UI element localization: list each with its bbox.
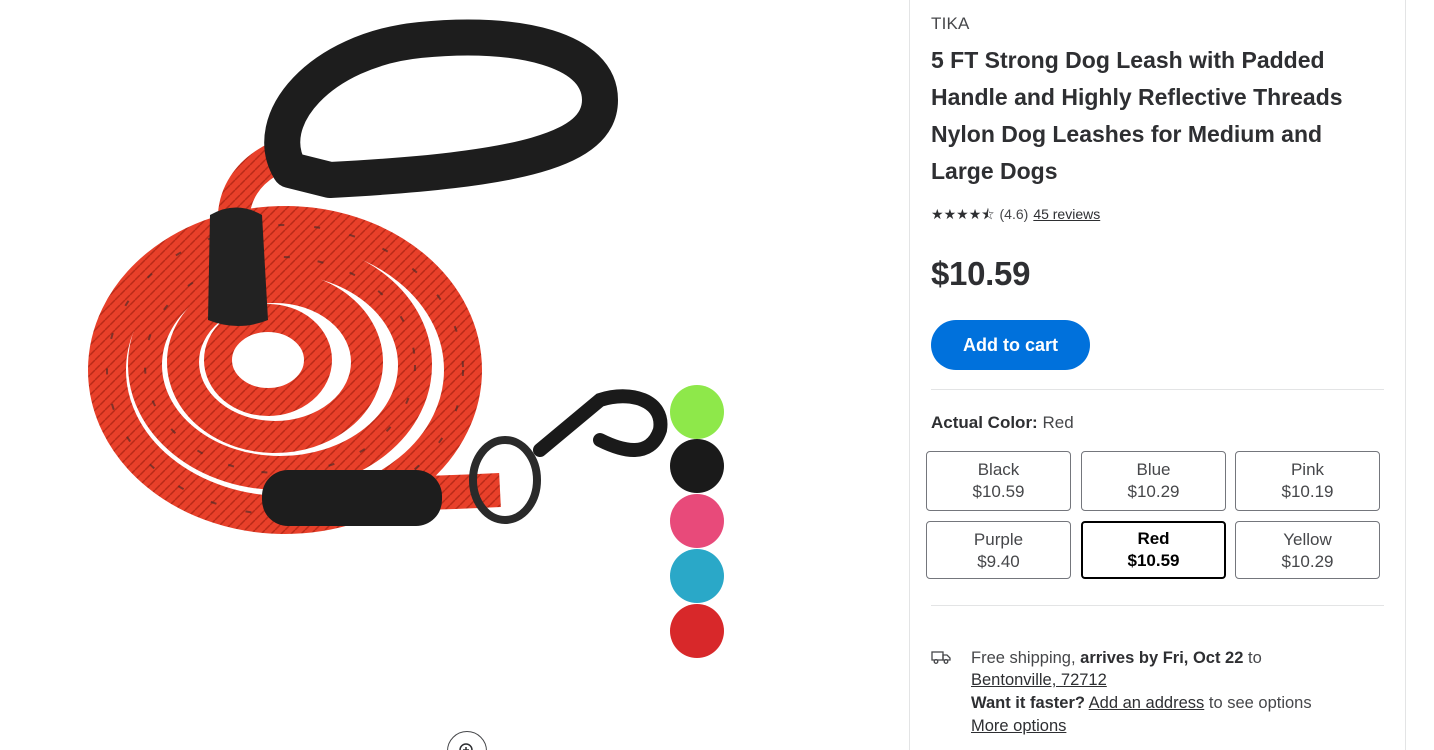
variant-price: $9.40	[977, 552, 1020, 571]
variant-price: $10.59	[972, 482, 1025, 501]
star-rating: ★ ★ ★ ★ ⯪	[931, 207, 995, 221]
variant-price: $10.59	[1127, 551, 1180, 570]
color-label-title: Actual Color:	[931, 413, 1038, 432]
product-image-panel	[0, 0, 910, 750]
variant-name: Red	[1137, 529, 1170, 548]
location-link[interactable]: Bentonville, 72712	[971, 671, 1107, 689]
product-image[interactable]	[0, 0, 910, 750]
variant-name: Pink	[1290, 460, 1325, 479]
variant-pink[interactable]: Pink $10.19	[1235, 451, 1380, 511]
want-faster: Want it faster?	[971, 694, 1085, 712]
variant-yellow[interactable]: Yellow $10.29	[1235, 521, 1380, 579]
variant-black[interactable]: Black $10.59	[926, 451, 1071, 511]
reviews-link[interactable]: 45 reviews	[1033, 206, 1100, 222]
price: $10.59	[931, 255, 1031, 292]
truck-icon	[931, 651, 951, 664]
star-icon: ★	[943, 206, 957, 222]
faster-shipping: Want it faster? Add an address to see op…	[971, 694, 1381, 713]
star-icon: ★	[931, 206, 944, 222]
variant-name: Black	[977, 460, 1020, 479]
color-label: Actual Color: Red	[931, 413, 1074, 433]
divider	[931, 389, 1384, 390]
arrival-date: arrives by Fri, Oct 22	[1080, 649, 1244, 667]
variant-price: $10.29	[1127, 482, 1180, 501]
divider	[909, 0, 910, 750]
variant-price: $10.19	[1281, 482, 1334, 501]
more-options-link[interactable]: More options	[971, 717, 1066, 736]
variant-red[interactable]: Red $10.59	[1081, 521, 1226, 579]
add-address-link[interactable]: Add an address	[1089, 694, 1205, 712]
rating: ★ ★ ★ ★ ⯪ (4.6) 45 reviews	[931, 204, 1100, 224]
star-icon: ★	[956, 206, 969, 222]
free-shipping: Free shipping,	[971, 649, 1076, 667]
variant-price: $10.29	[1281, 552, 1334, 571]
variant-name: Purple	[973, 530, 1024, 549]
divider	[931, 605, 1384, 606]
shipping-text: Free shipping, arrives by Fri, Oct 22 to…	[971, 647, 1381, 691]
divider	[1405, 0, 1406, 750]
add-to-cart-button[interactable]: Add to cart	[931, 320, 1090, 370]
product-title: 5 FT Strong Dog Leash with Padded Handle…	[931, 47, 1343, 184]
variant-name: Yellow	[1283, 530, 1332, 549]
variant-blue[interactable]: Blue $10.29	[1081, 451, 1226, 511]
to-text: to	[1248, 649, 1262, 667]
rating-value: (4.6)	[999, 206, 1029, 222]
star-icon: ★	[968, 206, 982, 222]
see-options-text: to see options	[1208, 694, 1312, 712]
brand-link[interactable]: TIKA	[931, 14, 970, 34]
variant-name: Blue	[1136, 460, 1171, 479]
half-star-icon: ⯪	[981, 206, 995, 222]
zoom-in-icon	[459, 743, 473, 750]
selected-color: Red	[1042, 413, 1074, 432]
variant-purple[interactable]: Purple $9.40	[926, 521, 1071, 579]
